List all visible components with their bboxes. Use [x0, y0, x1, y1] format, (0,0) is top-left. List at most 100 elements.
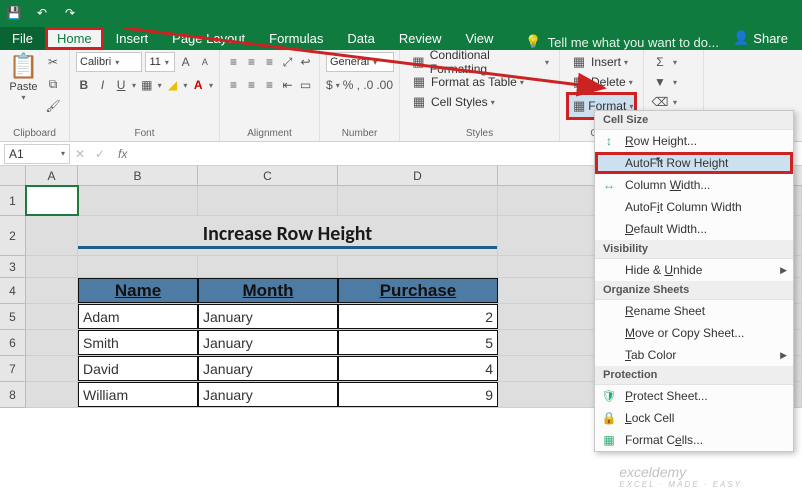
tab-home[interactable]: Home: [45, 27, 104, 50]
cut-icon[interactable]: ✂: [43, 52, 63, 72]
mi-row-height[interactable]: ↕Row Row Height...Height...: [595, 130, 793, 152]
grow-font-icon[interactable]: A: [178, 52, 194, 72]
row-header-4[interactable]: 4: [0, 278, 26, 304]
mi-move-copy[interactable]: Move or Copy Sheet...Move or Copy Sheet.…: [595, 322, 793, 344]
font-name-combo[interactable]: Calibri▾: [76, 52, 142, 72]
tell-me-box[interactable]: 💡 Tell me what you want to do...: [525, 34, 718, 50]
table-cell[interactable]: 9: [338, 382, 498, 407]
tab-page-layout[interactable]: Page Layout: [160, 27, 257, 50]
tab-data[interactable]: Data: [335, 27, 386, 50]
table-header-purchase[interactable]: Purchase: [338, 278, 498, 303]
shrink-font-icon[interactable]: A: [197, 52, 213, 72]
row-header-7[interactable]: 7: [0, 356, 26, 382]
table-cell[interactable]: January: [198, 330, 338, 355]
cell-A1[interactable]: [26, 186, 78, 215]
merge-icon[interactable]: ▭: [298, 75, 313, 95]
cell[interactable]: [26, 216, 78, 255]
align-left-icon[interactable]: ≡: [226, 75, 241, 95]
decrease-indent-icon[interactable]: ⇤: [280, 75, 295, 95]
cell[interactable]: [26, 330, 78, 355]
cell-title[interactable]: Increase Row Height: [78, 216, 498, 255]
tab-file[interactable]: File: [0, 27, 45, 50]
mi-format-cells[interactable]: ▦Format Cells...Format Cells...: [595, 429, 793, 451]
cell[interactable]: [78, 186, 198, 215]
cell[interactable]: [26, 356, 78, 381]
cell[interactable]: [26, 304, 78, 329]
mi-column-width[interactable]: ↔Column Width...Column Width...: [595, 174, 793, 196]
select-all-corner[interactable]: [0, 166, 26, 185]
orientation-icon[interactable]: ⤢: [280, 52, 295, 72]
fill-icon[interactable]: ▼: [650, 72, 670, 92]
border-icon[interactable]: ▦: [139, 75, 155, 95]
insert-cells-button[interactable]: ▦Insert▾: [566, 52, 637, 72]
table-cell[interactable]: January: [198, 304, 338, 329]
enter-icon[interactable]: ✓: [90, 144, 110, 164]
mi-lock-cell[interactable]: 🔒Lock CellLock Cell: [595, 407, 793, 429]
mi-protect-sheet[interactable]: 🛡Protect Sheet...Protect Sheet...: [595, 385, 793, 407]
format-painter-icon[interactable]: 🖌: [43, 96, 63, 116]
table-cell[interactable]: 4: [338, 356, 498, 381]
bold-icon[interactable]: B: [76, 75, 92, 95]
copy-icon[interactable]: ⧉: [43, 74, 63, 94]
fx-icon[interactable]: fx: [110, 147, 135, 161]
cell-styles-button[interactable]: ▦Cell Styles▾: [406, 92, 553, 112]
conditional-formatting-button[interactable]: ▦Conditional Formatting▾: [406, 52, 553, 72]
autosum-icon[interactable]: Σ: [650, 52, 670, 72]
mi-autofit-row-height[interactable]: AutoFi↖t Row HeightAutoFit Row Height: [595, 152, 793, 174]
increase-decimal-icon[interactable]: .0: [363, 75, 373, 95]
cell[interactable]: [338, 186, 498, 215]
tab-insert[interactable]: Insert: [104, 27, 161, 50]
cell[interactable]: [198, 186, 338, 215]
save-icon[interactable]: 💾: [0, 0, 28, 26]
align-middle-icon[interactable]: ≡: [244, 52, 259, 72]
undo-icon[interactable]: ↶: [28, 0, 56, 26]
cell[interactable]: [338, 256, 498, 277]
tab-formulas[interactable]: Formulas: [257, 27, 335, 50]
align-center-icon[interactable]: ≡: [244, 75, 259, 95]
table-cell[interactable]: William: [78, 382, 198, 407]
redo-icon[interactable]: ↷: [56, 0, 84, 26]
mi-default-width[interactable]: Default Width...Default Width...: [595, 218, 793, 240]
col-header-B[interactable]: B: [78, 166, 198, 185]
col-header-C[interactable]: C: [198, 166, 338, 185]
cancel-icon[interactable]: ✕: [70, 144, 90, 164]
cell[interactable]: [26, 256, 78, 277]
mi-autofit-col-width[interactable]: AutoFit Column WidthAutoFit Column Width: [595, 196, 793, 218]
table-cell[interactable]: David: [78, 356, 198, 381]
table-cell[interactable]: 2: [338, 304, 498, 329]
table-header-month[interactable]: Month: [198, 278, 338, 303]
mi-rename-sheet[interactable]: Rename SheetRename Sheet: [595, 300, 793, 322]
font-color-icon[interactable]: A: [190, 75, 206, 95]
col-header-D[interactable]: D: [338, 166, 498, 185]
clear-icon[interactable]: ⌫: [650, 92, 670, 112]
table-cell[interactable]: January: [198, 382, 338, 407]
cell[interactable]: [78, 256, 198, 277]
fill-color-icon[interactable]: ◢: [165, 75, 181, 95]
number-format-combo[interactable]: General▾: [326, 52, 394, 72]
align-top-icon[interactable]: ≡: [226, 52, 241, 72]
wrap-text-icon[interactable]: ↩: [298, 52, 313, 72]
accounting-icon[interactable]: $: [326, 75, 333, 95]
tab-view[interactable]: View: [453, 27, 505, 50]
tab-review[interactable]: Review: [387, 27, 454, 50]
italic-icon[interactable]: I: [95, 75, 111, 95]
row-header-8[interactable]: 8: [0, 382, 26, 408]
row-header-6[interactable]: 6: [0, 330, 26, 356]
mi-tab-color[interactable]: Tab ColorTab Color▶: [595, 344, 793, 366]
table-cell[interactable]: January: [198, 356, 338, 381]
font-size-combo[interactable]: 11▾: [145, 52, 174, 72]
delete-cells-button[interactable]: ▦Delete▾: [566, 72, 637, 92]
table-cell[interactable]: 5: [338, 330, 498, 355]
row-header-5[interactable]: 5: [0, 304, 26, 330]
name-box[interactable]: A1▾: [4, 144, 70, 164]
cell[interactable]: [198, 256, 338, 277]
paste-button[interactable]: 📋 Paste ▾: [6, 52, 41, 116]
align-bottom-icon[interactable]: ≡: [262, 52, 277, 72]
comma-icon[interactable]: ,: [356, 75, 360, 95]
col-header-A[interactable]: A: [26, 166, 78, 185]
mi-hide-unhide[interactable]: Hide & UnhideHide & Unhide▶: [595, 259, 793, 281]
row-header-3[interactable]: 3: [0, 256, 26, 278]
underline-icon[interactable]: U: [113, 75, 129, 95]
align-right-icon[interactable]: ≡: [262, 75, 277, 95]
cell[interactable]: [26, 382, 78, 407]
